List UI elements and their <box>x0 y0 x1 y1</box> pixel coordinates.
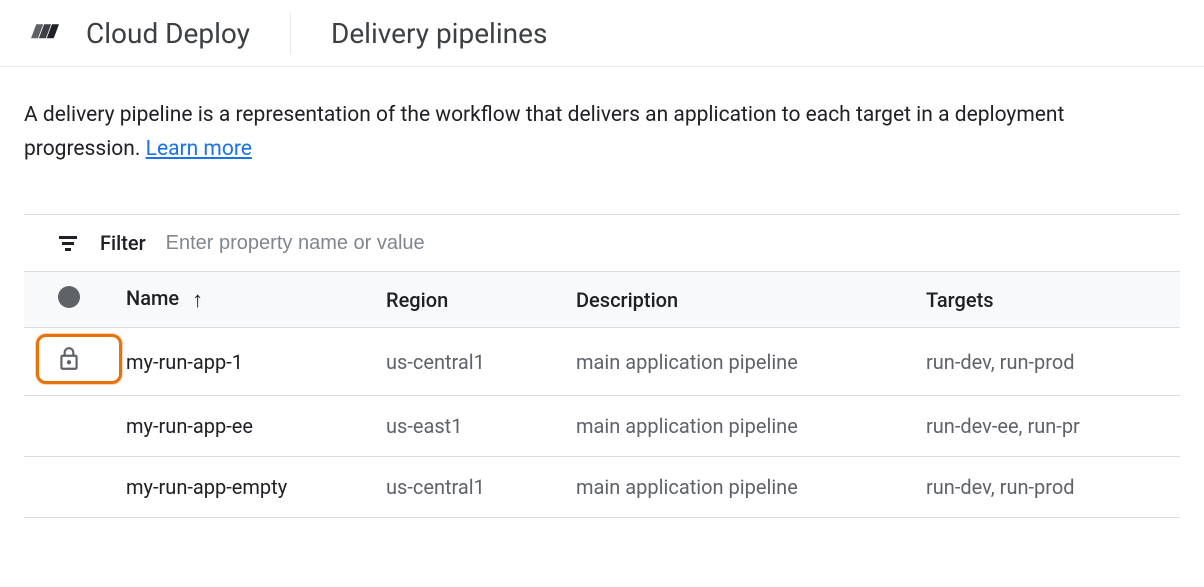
name-cell[interactable]: my-run-app-empty <box>114 457 374 518</box>
logo-section: Cloud Deploy <box>24 12 291 54</box>
pipelines-table-wrap: Filter Name ↑ Region Descrip <box>24 214 1180 518</box>
description-cell: main application pipeline <box>564 457 914 518</box>
table-row[interactable]: my-run-app-empty us-central1 main applic… <box>24 457 1180 518</box>
content-area: A delivery pipeline is a representation … <box>0 67 1204 550</box>
description-cell: main application pipeline <box>564 328 914 396</box>
table-row[interactable]: my-run-app-1 us-central1 main applicatio… <box>24 328 1180 396</box>
description-text: A delivery pipeline is a representation … <box>24 99 1180 166</box>
sort-ascending-icon: ↑ <box>192 288 203 313</box>
status-cell <box>24 328 114 396</box>
lock-icon <box>56 346 82 372</box>
name-column-header[interactable]: Name ↑ <box>114 272 374 328</box>
status-column-header[interactable] <box>24 272 114 328</box>
table-row[interactable]: my-run-app-ee us-east1 main application … <box>24 396 1180 457</box>
page-title: Delivery pipelines <box>331 17 547 50</box>
service-name: Cloud Deploy <box>86 17 250 50</box>
status-dot-icon <box>58 286 80 308</box>
filter-icon[interactable] <box>56 231 80 255</box>
name-cell[interactable]: my-run-app-1 <box>114 328 374 396</box>
status-cell <box>24 396 114 457</box>
filter-label: Filter <box>100 231 146 255</box>
region-column-header[interactable]: Region <box>374 272 564 328</box>
filter-bar: Filter <box>24 215 1180 271</box>
page-title-section: Delivery pipelines <box>291 17 547 50</box>
name-header-label: Name <box>126 286 179 310</box>
app-header: Cloud Deploy Delivery pipelines <box>0 0 1204 67</box>
table-header-row: Name ↑ Region Description Targets <box>24 272 1180 328</box>
filter-input[interactable] <box>166 232 1172 255</box>
description-cell: main application pipeline <box>564 396 914 457</box>
region-cell: us-central1 <box>374 457 564 518</box>
targets-column-header[interactable]: Targets <box>914 272 1180 328</box>
pipelines-table: Name ↑ Region Description Targets <box>24 271 1180 518</box>
description-column-header[interactable]: Description <box>564 272 914 328</box>
targets-cell: run-dev-ee, run-pr <box>914 396 1180 457</box>
learn-more-link[interactable]: Learn more <box>146 137 252 161</box>
region-cell: us-east1 <box>374 396 564 457</box>
cloud-deploy-logo-icon <box>24 12 66 54</box>
region-cell: us-central1 <box>374 328 564 396</box>
name-cell[interactable]: my-run-app-ee <box>114 396 374 457</box>
targets-cell: run-dev, run-prod <box>914 328 1180 396</box>
status-cell <box>24 457 114 518</box>
targets-cell: run-dev, run-prod <box>914 457 1180 518</box>
